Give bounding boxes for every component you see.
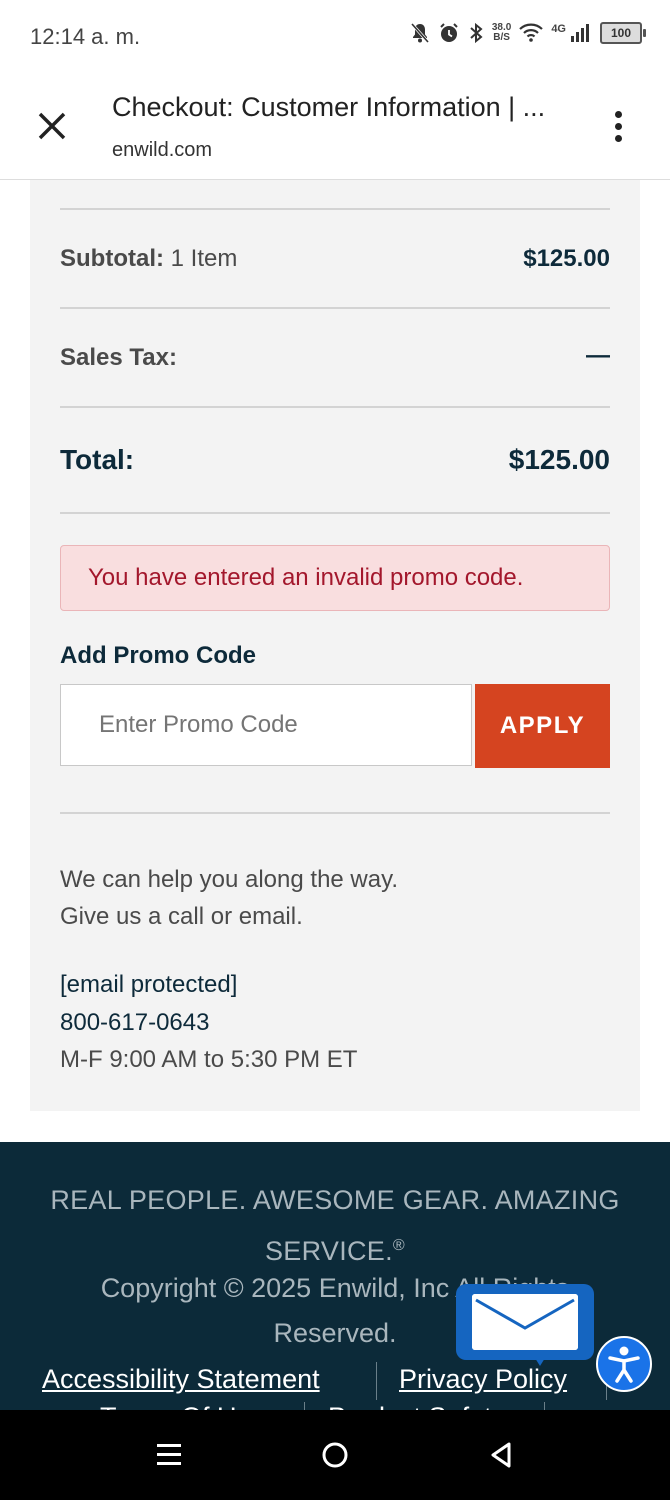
divider: [60, 512, 610, 514]
total-value: $125.00: [508, 444, 610, 475]
close-icon: [38, 112, 66, 140]
footer-tagline: REAL PEOPLE. AWESOME GEAR. AMAZING SERVI…: [50, 1185, 620, 1266]
sales-tax-value: —: [586, 342, 610, 369]
promo-code-label: Add Promo Code: [60, 642, 256, 669]
support-phone-link[interactable]: 800-617-0643: [60, 1009, 209, 1037]
recent-apps-button[interactable]: [152, 1438, 186, 1472]
more-options-button[interactable]: [604, 108, 632, 148]
network-type: 4G: [551, 23, 566, 35]
support-email-link[interactable]: [email protected]: [60, 971, 237, 999]
support-hours: M-F 9:00 AM to 5:30 PM ET: [60, 1046, 358, 1073]
more-vert-icon: [604, 111, 632, 142]
back-button[interactable]: [484, 1438, 518, 1472]
close-button[interactable]: [34, 108, 70, 144]
status-time: 12:14 a. m.: [30, 24, 141, 49]
help-text-line2: Give us a call or email.: [60, 903, 303, 930]
promo-error-alert: You have entered an invalid promo code.: [60, 545, 610, 611]
home-button[interactable]: [318, 1438, 352, 1472]
footer-links: Accessibility Statement Privacy Policy T…: [0, 1362, 670, 1410]
menu-icon: [157, 1444, 181, 1465]
privacy-policy-link[interactable]: Privacy Policy: [399, 1364, 567, 1395]
divider: [60, 406, 610, 408]
accessibility-icon: [608, 1346, 640, 1383]
mail-icon: [472, 1294, 578, 1350]
back-triangle-icon: [491, 1442, 511, 1468]
sales-tax-label: Sales Tax:: [60, 344, 177, 371]
terms-of-use-link[interactable]: Terms Of Use: [100, 1402, 265, 1410]
page-domain: enwild.com: [112, 139, 213, 161]
network-speed: 38.0 B/S: [491, 22, 512, 43]
home-circle-icon: [322, 1442, 348, 1468]
alarm-icon: [440, 23, 458, 42]
help-text-line1: We can help you along the way.: [60, 866, 398, 893]
promo-error-message: You have entered an invalid promo code.: [88, 564, 524, 591]
browser-header: Checkout: Customer Information | ... enw…: [0, 76, 670, 180]
footer-link-separator: [544, 1402, 545, 1410]
status-bar: 12:14 a. m. 38.0 B/S 4G 100: [0, 0, 670, 76]
bluetooth-icon: [470, 22, 483, 44]
chat-widget-tail: [530, 1350, 550, 1366]
battery-indicator: 100: [600, 22, 646, 44]
accessibility-button[interactable]: [596, 1336, 652, 1392]
wifi-icon: [519, 23, 544, 42]
footer-link-separator: [376, 1362, 377, 1400]
subtotal-item-count: 1 Item: [170, 245, 238, 272]
subtotal-value: $125.00: [523, 245, 610, 272]
footer-link-separator: [304, 1402, 305, 1410]
promo-code-input[interactable]: [60, 684, 472, 766]
page-title: Checkout: Customer Information | ...: [112, 92, 546, 122]
divider: [60, 307, 610, 309]
order-summary: Subtotal: 1 Item $125.00 Sales Tax: — To…: [30, 180, 640, 1111]
status-icons: 38.0 B/S 4G 100: [410, 22, 646, 44]
divider: [60, 208, 610, 210]
accessibility-statement-link[interactable]: Accessibility Statement: [42, 1364, 320, 1395]
notifications-off-icon: [410, 23, 429, 43]
divider: [60, 812, 610, 814]
total-label: Total:: [60, 444, 135, 475]
product-safety-link[interactable]: Product Safety: [328, 1402, 505, 1410]
chat-widget-button[interactable]: [456, 1284, 594, 1360]
apply-promo-button[interactable]: APPLY: [475, 684, 610, 768]
system-nav-bar: [0, 1410, 670, 1500]
subtotal-label: Subtotal: 1 Item: [60, 245, 238, 272]
signal-icon: [571, 24, 589, 42]
site-footer: REAL PEOPLE. AWESOME GEAR. AMAZING SERVI…: [0, 1142, 670, 1410]
registered-mark: ®: [392, 1237, 406, 1254]
